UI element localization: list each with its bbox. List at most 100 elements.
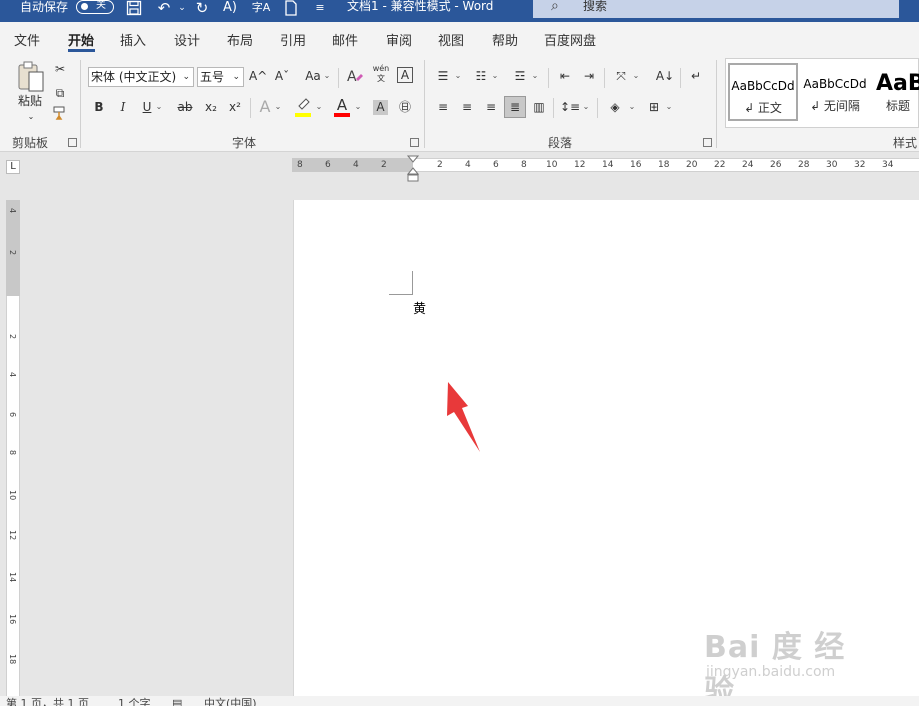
ruler-number: 22: [714, 160, 726, 170]
divider: [597, 98, 598, 118]
tab-design[interactable]: 设计: [174, 30, 200, 49]
asian-layout-icon[interactable]: ⤧: [611, 67, 631, 87]
multilevel-dropdown-icon[interactable]: ⌄: [531, 67, 539, 87]
enclose-characters-icon[interactable]: ㊐: [396, 98, 414, 118]
ruler-number: 16: [8, 614, 17, 625]
read-aloud-icon[interactable]: A): [220, 0, 240, 18]
multilevel-list-icon[interactable]: ☲: [511, 67, 529, 87]
ruler-number: 8: [297, 160, 303, 170]
tab-file[interactable]: 文件: [14, 30, 40, 49]
show-formatting-icon[interactable]: ↵: [687, 67, 705, 87]
line-spacing-dropdown-icon[interactable]: ⌄: [582, 98, 590, 118]
document-icon[interactable]: [281, 0, 301, 18]
ruler-top-margin: [6, 200, 20, 296]
numbering-dropdown-icon[interactable]: ⌄: [491, 67, 499, 87]
format-painter-icon[interactable]: [52, 106, 68, 126]
bullets-icon[interactable]: ☰: [434, 67, 452, 87]
tab-layout[interactable]: 布局: [227, 30, 253, 49]
text-boundary-marker: [389, 271, 413, 295]
translate-icon[interactable]: 字A: [251, 0, 271, 18]
clear-formatting-icon[interactable]: A: [346, 67, 364, 87]
align-center-icon[interactable]: ≡: [458, 98, 476, 118]
grow-font-button[interactable]: A^: [249, 67, 267, 87]
save-icon[interactable]: [124, 0, 144, 18]
ruler-number: 24: [742, 160, 754, 170]
distributed-icon[interactable]: ▥: [530, 98, 548, 118]
style-normal[interactable]: AaBbCcDd ↲ 正文: [728, 63, 798, 121]
tab-mailings[interactable]: 邮件: [332, 30, 358, 49]
underline-dropdown-icon[interactable]: ⌄: [155, 98, 163, 118]
phonetic-guide-button[interactable]: wén 文: [372, 64, 390, 84]
change-case-button[interactable]: Aa: [303, 67, 323, 87]
ruler-number: 10: [8, 490, 17, 501]
highlight-dropdown-icon[interactable]: ⌄: [315, 98, 323, 118]
borders-icon[interactable]: ⊞: [645, 98, 663, 118]
ruler-number: 4: [353, 160, 359, 170]
underline-button[interactable]: U: [140, 98, 154, 118]
proofing-icon[interactable]: ▤: [172, 698, 182, 706]
tab-references[interactable]: 引用: [280, 30, 306, 49]
increase-indent-icon[interactable]: ⇥: [580, 67, 598, 87]
style-heading[interactable]: AaB 标题: [872, 63, 919, 121]
strikethrough-button[interactable]: ab: [176, 98, 194, 118]
italic-button[interactable]: I: [116, 98, 130, 118]
page-count[interactable]: 第 1 页，共 1 页: [6, 698, 89, 706]
customize-toolbar-icon[interactable]: ≡: [310, 0, 330, 18]
asian-layout-dropdown-icon[interactable]: ⌄: [632, 67, 640, 87]
font-color-dropdown-icon[interactable]: ⌄: [354, 98, 362, 118]
font-launcher-icon[interactable]: [410, 138, 419, 147]
bold-button[interactable]: B: [92, 98, 106, 118]
font-size-dropdown[interactable]: 五号 ⌄: [197, 67, 244, 87]
copy-icon[interactable]: ⧉: [52, 84, 68, 104]
superscript-button[interactable]: x²: [227, 98, 243, 118]
tab-review[interactable]: 审阅: [386, 30, 412, 49]
subscript-button[interactable]: x₂: [203, 98, 219, 118]
align-left-icon[interactable]: ≡: [434, 98, 452, 118]
decrease-indent-icon[interactable]: ⇤: [556, 67, 574, 87]
divider: [553, 98, 554, 118]
paste-dropdown-icon[interactable]: ⌄: [24, 108, 38, 128]
ruler-number: 18: [658, 160, 670, 170]
tab-insert[interactable]: 插入: [120, 30, 146, 49]
cut-icon[interactable]: ✂: [52, 60, 68, 80]
ruler-number: 18: [8, 654, 17, 665]
undo-icon[interactable]: ↶: [154, 0, 174, 18]
shading-icon[interactable]: ◈: [605, 98, 625, 118]
style-no-spacing[interactable]: AaBbCcDd ↲ 无间隔: [800, 63, 870, 121]
search-box[interactable]: ⌕ 搜索: [533, 0, 899, 18]
ruler-number: 28: [798, 160, 810, 170]
tab-home[interactable]: 开始: [68, 30, 94, 49]
sort-icon[interactable]: A↓: [655, 67, 675, 87]
watermark-url: jingyan.baidu.com: [706, 664, 836, 680]
numbering-icon[interactable]: ☷: [472, 67, 490, 87]
align-right-icon[interactable]: ≡: [482, 98, 500, 118]
character-shading-button[interactable]: A: [373, 100, 388, 115]
character-border-button[interactable]: A: [397, 67, 413, 83]
redo-icon[interactable]: ↻: [192, 0, 212, 18]
autosave-toggle[interactable]: 关: [76, 0, 114, 14]
indent-marker[interactable]: [406, 155, 420, 183]
clipboard-launcher-icon[interactable]: [68, 138, 77, 147]
text-effects-dropdown-icon[interactable]: ⌄: [274, 98, 282, 118]
change-case-dropdown-icon[interactable]: ⌄: [323, 67, 331, 87]
tab-baidu-netdisk[interactable]: 百度网盘: [544, 30, 596, 49]
justify-icon[interactable]: ≣: [504, 96, 526, 118]
language-status[interactable]: 中文(中国): [204, 698, 257, 706]
tab-help[interactable]: 帮助: [492, 30, 518, 49]
shrink-font-button[interactable]: Aˇ: [273, 67, 291, 87]
paragraph-launcher-icon[interactable]: [703, 138, 712, 147]
font-name-dropdown[interactable]: 宋体 (中文正文) ⌄: [88, 67, 194, 87]
font-color-swatch: [334, 113, 350, 117]
document-text[interactable]: 黄: [413, 298, 426, 317]
tab-view[interactable]: 视图: [438, 30, 464, 49]
undo-dropdown-icon[interactable]: ⌄: [172, 0, 192, 18]
shading-dropdown-icon[interactable]: ⌄: [628, 98, 636, 118]
tab-selector[interactable]: L: [6, 160, 20, 174]
word-count[interactable]: 1 个字: [118, 698, 151, 706]
bullets-dropdown-icon[interactable]: ⌄: [454, 67, 462, 87]
paste-icon[interactable]: [14, 60, 46, 94]
ruler-number: 30: [826, 160, 838, 170]
borders-dropdown-icon[interactable]: ⌄: [665, 98, 673, 118]
text-effects-icon[interactable]: A: [257, 98, 273, 118]
line-spacing-icon[interactable]: ↕≡: [560, 98, 580, 118]
